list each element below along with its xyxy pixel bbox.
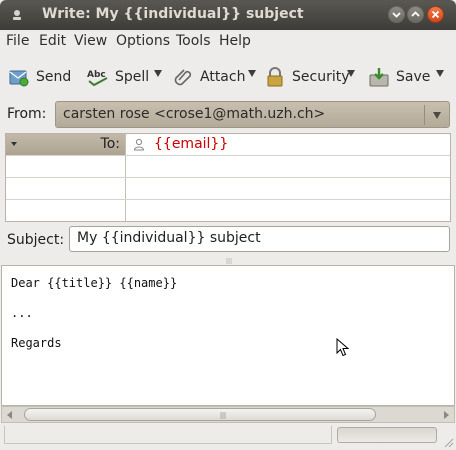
resize-grip-icon[interactable] bbox=[442, 436, 454, 448]
message-body-editor[interactable]: Dear {{title}} {{name}} ... Regards bbox=[1, 265, 455, 406]
recipient-type-cell[interactable] bbox=[6, 178, 126, 199]
save-dropdown-arrow[interactable] bbox=[436, 70, 444, 77]
chevron-down-icon bbox=[11, 142, 17, 146]
subject-label: Subject: bbox=[7, 232, 65, 248]
security-button[interactable]: Security bbox=[264, 62, 350, 92]
chevron-up-icon bbox=[411, 11, 420, 17]
from-label: From: bbox=[7, 106, 47, 122]
recipient-input[interactable]: {{email}} bbox=[154, 136, 228, 152]
menu-tools[interactable]: Tools bbox=[176, 33, 211, 49]
from-select-divider bbox=[424, 105, 425, 125]
send-icon bbox=[9, 70, 29, 87]
menu-options[interactable]: Options bbox=[116, 33, 170, 49]
spellcheck-icon: Abc bbox=[87, 70, 108, 87]
progress-bar bbox=[337, 427, 437, 443]
email-icon bbox=[13, 10, 21, 20]
status-text-field bbox=[4, 426, 332, 444]
send-label: Send bbox=[36, 69, 72, 85]
scrollbar-thumb[interactable] bbox=[24, 408, 376, 421]
toolbar: Send Abc Spell Attach Security Save bbox=[0, 56, 456, 98]
paperclip-icon bbox=[174, 69, 192, 86]
status-bar bbox=[0, 424, 456, 450]
save-button[interactable]: Save bbox=[368, 62, 430, 92]
scroll-left-icon[interactable] bbox=[7, 411, 12, 419]
recipient-type-label: To: bbox=[100, 136, 120, 152]
menubar: File Edit View Options Tools Help bbox=[0, 30, 456, 54]
attach-dropdown-arrow[interactable] bbox=[248, 70, 256, 77]
splitter-handle[interactable] bbox=[226, 258, 232, 264]
recipient-row[interactable] bbox=[6, 200, 450, 222]
send-button[interactable]: Send bbox=[8, 62, 71, 92]
body-line: Regards bbox=[11, 336, 62, 350]
menu-help[interactable]: Help bbox=[219, 33, 251, 49]
attach-label: Attach bbox=[200, 69, 246, 85]
from-select[interactable]: carsten rose <crose1@math.uzh.ch> bbox=[55, 101, 450, 128]
security-label: Security bbox=[292, 69, 350, 85]
svg-text:Abc: Abc bbox=[87, 70, 106, 80]
spell-dropdown-arrow[interactable] bbox=[154, 70, 162, 77]
chevron-down-icon bbox=[433, 112, 441, 119]
horizontal-scrollbar[interactable] bbox=[1, 406, 455, 423]
close-button[interactable] bbox=[427, 6, 444, 23]
spell-button[interactable]: Abc Spell bbox=[87, 62, 149, 92]
recipient-type-cell[interactable] bbox=[6, 156, 126, 177]
mouse-pointer-icon bbox=[336, 338, 350, 357]
subject-input[interactable]: My {{individual}} subject bbox=[69, 226, 450, 252]
recipient-row[interactable] bbox=[6, 156, 450, 178]
recipient-row[interactable]: To: {{email}} bbox=[6, 134, 450, 156]
menu-file[interactable]: File bbox=[6, 33, 29, 49]
recipient-type-cell[interactable] bbox=[6, 200, 126, 221]
recipient-row[interactable] bbox=[6, 178, 450, 200]
body-line: ... bbox=[11, 306, 33, 320]
chevron-down-icon bbox=[392, 12, 401, 18]
save-label: Save bbox=[396, 69, 431, 85]
menu-edit[interactable]: Edit bbox=[39, 33, 66, 49]
lock-icon bbox=[267, 67, 283, 87]
body-line: Dear {{title}} {{name}} bbox=[11, 276, 178, 290]
minimize-button[interactable] bbox=[388, 6, 405, 23]
close-icon bbox=[431, 10, 440, 19]
attach-button[interactable]: Attach bbox=[172, 62, 245, 92]
recipient-type-select[interactable]: To: bbox=[6, 134, 126, 155]
window-title: Write: My {{individual}} subject bbox=[42, 6, 304, 22]
spell-label: Spell bbox=[115, 69, 150, 85]
from-value: carsten rose <crose1@math.uzh.ch> bbox=[63, 106, 326, 122]
recipient-list: To: {{email}} bbox=[5, 133, 451, 222]
scroll-right-icon[interactable] bbox=[444, 411, 449, 419]
save-icon bbox=[369, 68, 389, 87]
person-icon bbox=[133, 138, 145, 151]
security-dropdown-arrow[interactable] bbox=[347, 70, 355, 77]
title-bar[interactable]: Write: My {{individual}} subject bbox=[0, 0, 456, 30]
maximize-button[interactable] bbox=[407, 6, 424, 23]
grip-icon bbox=[220, 412, 226, 419]
menu-view[interactable]: View bbox=[74, 33, 107, 49]
